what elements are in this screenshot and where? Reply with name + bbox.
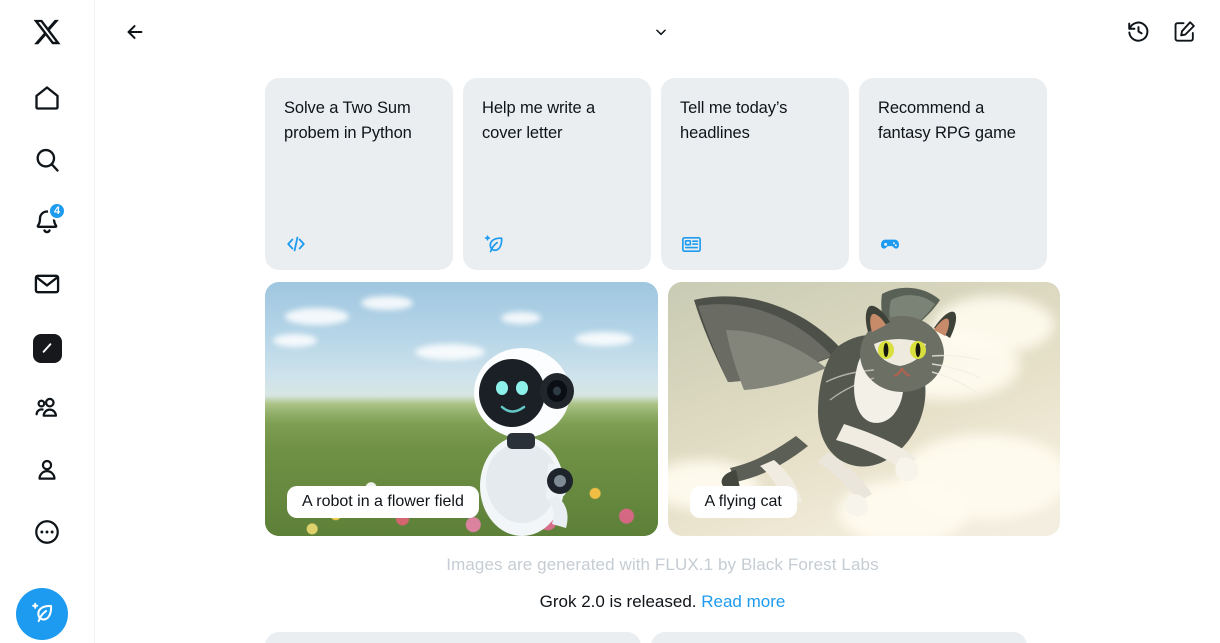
chat-header — [95, 0, 1220, 66]
bottom-card-right[interactable] — [651, 632, 1027, 643]
more-circle-icon — [33, 518, 61, 551]
sidebar-item-profile[interactable] — [21, 446, 73, 498]
suggestion-card-rpg-game[interactable]: Recommend a fantasy RPG game — [859, 78, 1047, 270]
sidebar-item-communities[interactable] — [21, 384, 73, 436]
chat-content: Solve a Two Sum probem in Python Help me… — [95, 78, 1220, 643]
release-announcement: Grok 2.0 is released. Read more — [265, 592, 1060, 612]
x-logo-icon — [32, 17, 62, 52]
header-actions — [1120, 15, 1202, 51]
notifications-badge: 4 — [48, 202, 67, 220]
app-root: 4 Solve a Two Sum probem in Python Help … — [0, 0, 1220, 643]
generated-image-robot[interactable]: A robot in a flower field — [265, 282, 658, 536]
history-button[interactable] — [1120, 15, 1156, 51]
quill-plus-icon — [482, 232, 635, 256]
sidebar-item-x-logo[interactable] — [21, 8, 73, 60]
suggestion-card-title: Help me write a cover letter — [482, 99, 596, 142]
compose-post-button[interactable] — [16, 588, 68, 640]
history-icon — [1126, 19, 1151, 47]
sidebar-item-grok[interactable] — [21, 322, 73, 374]
compose-square-icon — [1172, 19, 1197, 47]
read-more-link[interactable]: Read more — [701, 592, 785, 611]
sidebar-item-notifications[interactable]: 4 — [21, 198, 73, 250]
communities-icon — [33, 394, 61, 427]
suggestion-cards: Solve a Two Sum probem in Python Help me… — [265, 78, 1060, 270]
home-icon — [33, 84, 61, 117]
envelope-icon — [33, 270, 61, 303]
code-icon — [284, 232, 437, 256]
new-chat-button[interactable] — [1166, 15, 1202, 51]
main-panel: Solve a Two Sum probem in Python Help me… — [95, 0, 1220, 643]
news-icon — [680, 232, 833, 256]
sidebar-item-messages[interactable] — [21, 260, 73, 312]
image-caption: A flying cat — [689, 486, 797, 518]
arrow-left-icon — [124, 21, 146, 46]
content-column: Solve a Two Sum probem in Python Help me… — [265, 78, 1060, 643]
release-text: Grok 2.0 is released. — [539, 592, 697, 611]
header-center — [95, 0, 1220, 66]
person-icon — [33, 456, 61, 489]
quill-plus-icon — [29, 599, 56, 629]
gamepad-icon — [878, 232, 1031, 256]
suggestion-card-title: Recommend a fantasy RPG game — [878, 99, 1016, 142]
chevron-down-icon — [654, 25, 668, 42]
sidebar-item-search[interactable] — [21, 136, 73, 188]
bottom-card-left[interactable] — [265, 632, 641, 643]
back-button[interactable] — [117, 15, 153, 51]
sidebar-item-more[interactable] — [21, 508, 73, 560]
grok-icon — [32, 333, 62, 363]
generated-image-cat[interactable]: A flying cat — [667, 282, 1060, 536]
sidebar: 4 — [0, 0, 95, 643]
flux-attribution: Images are generated with FLUX.1 by Blac… — [446, 555, 879, 574]
sidebar-item-home[interactable] — [21, 74, 73, 126]
suggestion-card-cover-letter[interactable]: Help me write a cover letter — [463, 78, 651, 270]
generated-images: A robot in a flower field A flying cat — [265, 282, 1060, 536]
image-caption: A robot in a flower field — [287, 486, 479, 518]
suggestion-card-code[interactable]: Solve a Two Sum probem in Python — [265, 78, 453, 270]
suggestion-card-title: Solve a Two Sum probem in Python — [284, 99, 412, 142]
search-icon — [33, 146, 61, 179]
model-selector[interactable] — [640, 21, 676, 46]
suggestion-card-headlines[interactable]: Tell me today’s headlines — [661, 78, 849, 270]
suggestion-card-title: Tell me today’s headlines — [680, 99, 788, 142]
bottom-cards-row — [265, 632, 1060, 643]
